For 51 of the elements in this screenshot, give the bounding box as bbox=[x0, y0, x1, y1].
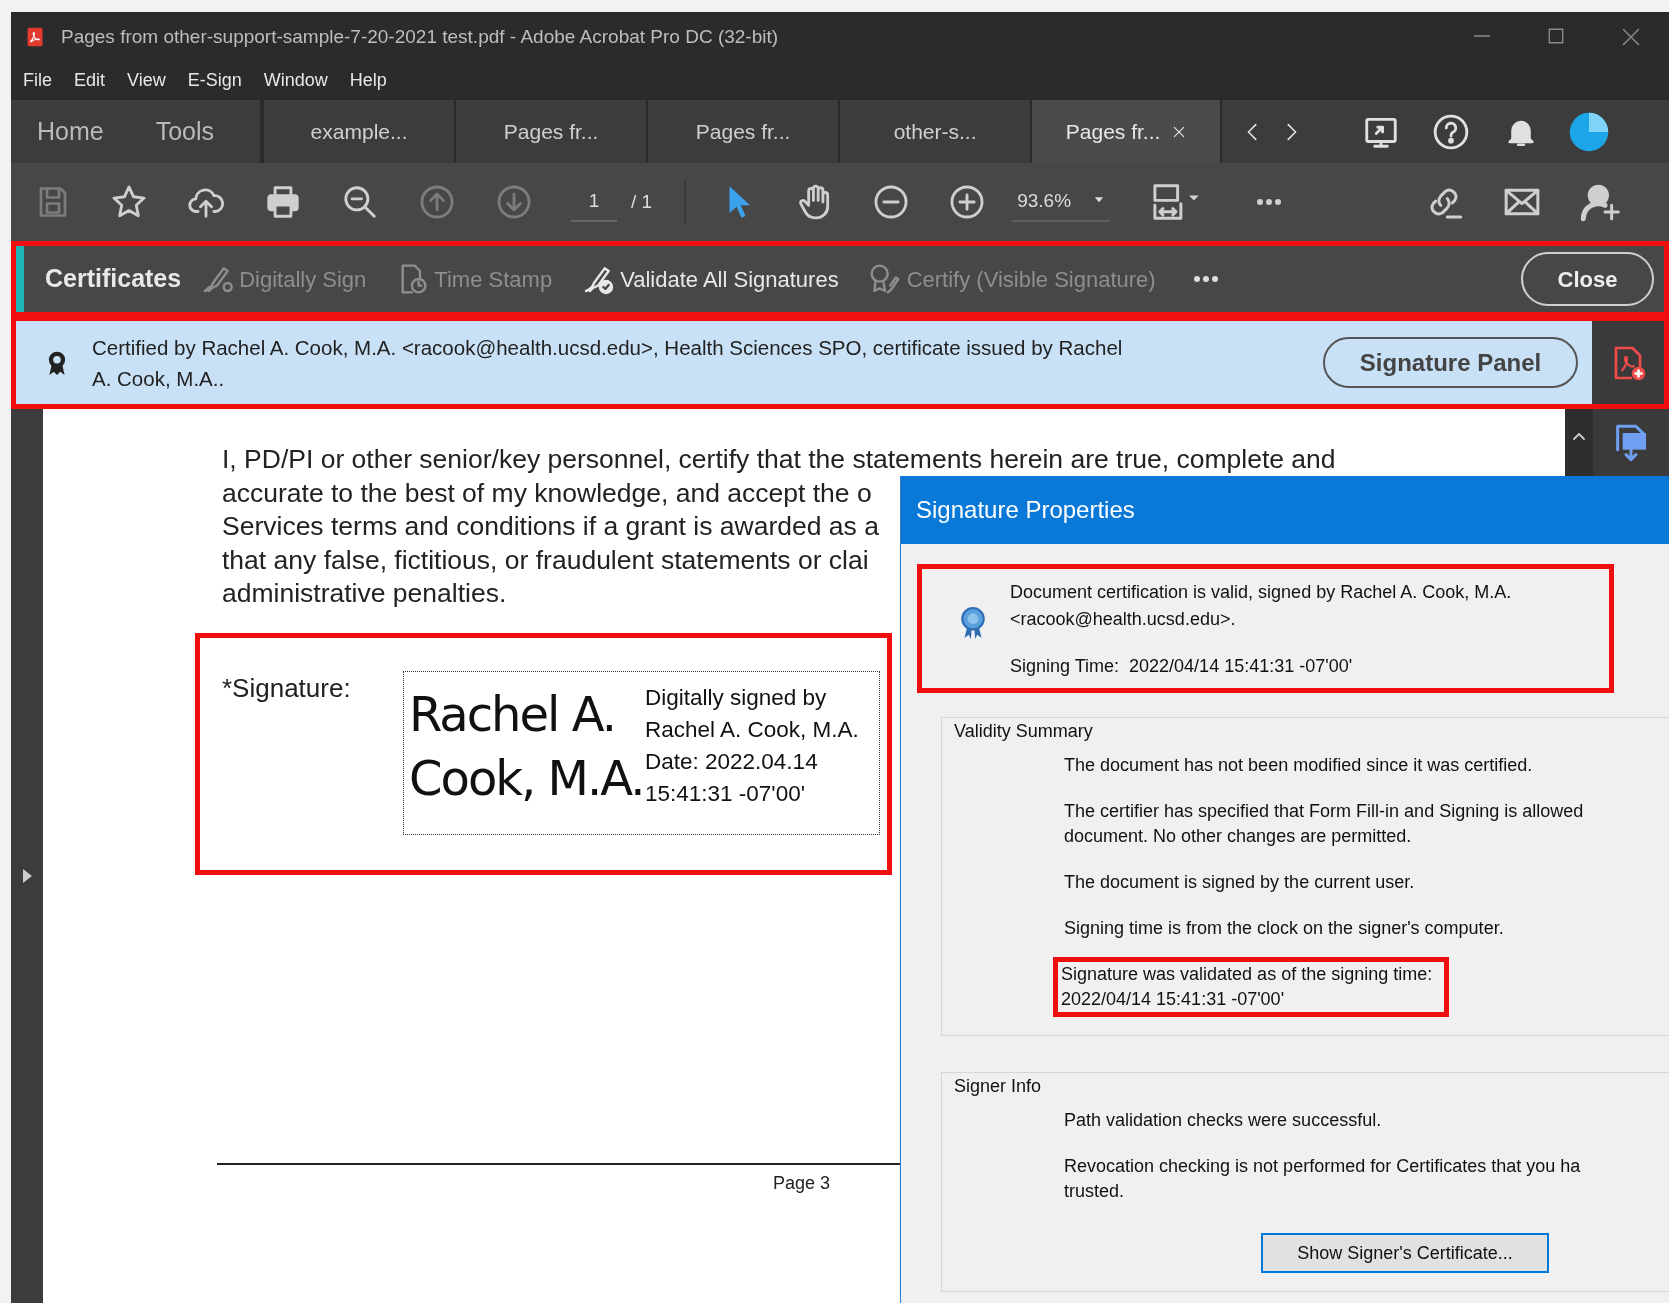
maximize-icon[interactable] bbox=[1547, 27, 1565, 45]
banner-text: Certified by Rachel A. Cook, M.A. <racook@health.ucsd.edu>, Health Sciences SPO, certificate issued by Rachel A. Cook, M.A.. bbox=[92, 334, 1124, 392]
help-icon[interactable] bbox=[1432, 112, 1471, 151]
summary-text: Signing time is from the clock on the signer's computer. bbox=[1063, 917, 1505, 940]
close-icon[interactable] bbox=[1172, 124, 1187, 139]
page-field[interactable]: 1 bbox=[571, 182, 617, 222]
menu-item[interactable]: Window bbox=[263, 67, 328, 94]
document-text: I, PD/PI or other senior/key personnel, certify that the statements herein are true, complete and bbox=[222, 443, 1336, 476]
signature-name: Rachel A. Cook, M.A. bbox=[409, 684, 645, 808]
page-total: / 1 bbox=[631, 189, 653, 214]
expand-arrow-icon[interactable] bbox=[21, 867, 33, 885]
seal-pen-icon bbox=[868, 263, 901, 295]
signature-panel-button[interactable]: Signature Panel bbox=[1323, 337, 1578, 388]
dialog-title: Signature Properties bbox=[901, 476, 1669, 544]
zoom-search-icon[interactable] bbox=[341, 183, 379, 221]
document-text: administrative penalties. bbox=[222, 577, 507, 611]
signing-time: Signing Time: 2022/04/14 15:41:31 -07'00' bbox=[1010, 655, 1354, 678]
document-text: accurate to the best of my knowledge, and accept the o bbox=[222, 476, 872, 510]
panel-title: Certificates bbox=[45, 263, 182, 295]
menu-item[interactable]: Edit bbox=[74, 67, 106, 94]
tool-button[interactable]: Validate All Signatures bbox=[582, 262, 839, 296]
person-add-icon[interactable] bbox=[1580, 182, 1621, 222]
accent-bar bbox=[16, 246, 24, 312]
summary-text: The document has not been modified since it was certified. bbox=[1063, 754, 1534, 777]
show-certificate-button[interactable]: Show Signer's Certificate... bbox=[1261, 1233, 1549, 1273]
zoom-dropdown[interactable]: 93.6% bbox=[1012, 182, 1111, 222]
summary-text: Signature was validated as of the signing time: 2022/04/14 15:41:31 -07'00' bbox=[1053, 957, 1450, 1017]
document-text: Services terms and conditions if a grant is awarded as a bbox=[222, 510, 879, 544]
signature-label: *Signature: bbox=[222, 671, 352, 705]
document-tab[interactable]: Pages fr... bbox=[1030, 100, 1223, 163]
menu-item[interactable]: File bbox=[23, 67, 52, 94]
document-text: that any false, fictitious, or fraudulent statements or clai bbox=[222, 543, 869, 577]
summary-text: The certifier has specified that Form Fill-in and Signing is allowed document. No other changes are permitted. bbox=[1063, 800, 1585, 848]
window-title: Pages from other-support-sample-7-20-2021 test.pdf - Adobe Acrobat Pro DC (32-bit) bbox=[61, 24, 779, 49]
menu-item[interactable]: Help bbox=[349, 67, 387, 94]
signature-details: Digitally signed by Rachel A. Cook, M.A. Date: 2022.04.14 15:41:31 -07'00' bbox=[645, 683, 859, 808]
pdf-file-icon bbox=[25, 26, 45, 48]
print-icon[interactable] bbox=[264, 183, 302, 221]
nav-tab[interactable]: Home bbox=[11, 100, 130, 163]
avatar-icon[interactable] bbox=[1568, 110, 1611, 153]
menu-item[interactable]: E-Sign bbox=[187, 67, 242, 94]
summary-text: Revocation checking is not performed for Certificates that you ha trusted. bbox=[1063, 1155, 1582, 1203]
scroll-up-icon[interactable] bbox=[1572, 431, 1586, 441]
close-button[interactable]: Close bbox=[1521, 252, 1654, 306]
summary-text: The document is signed by the current user. bbox=[1063, 871, 1416, 894]
nav-tab[interactable]: Tools bbox=[129, 100, 241, 163]
status-text: Document certification is valid, signed by Rachel A. Cook, M.A. <racook@health.ucsd.edu>. bbox=[1010, 581, 1513, 631]
menu-item[interactable]: View bbox=[127, 67, 166, 94]
summary-text: Path validation checks were successful. bbox=[1063, 1109, 1383, 1132]
close-icon[interactable] bbox=[1621, 27, 1641, 47]
page-number: Page 3 bbox=[773, 1172, 831, 1193]
